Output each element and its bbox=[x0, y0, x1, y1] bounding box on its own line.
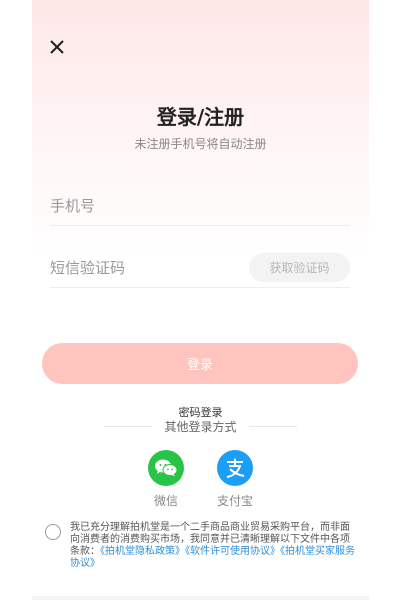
phone-input[interactable] bbox=[50, 186, 350, 225]
other-methods-label: 其他登录方式 bbox=[164, 420, 237, 434]
close-icon bbox=[50, 40, 64, 54]
divider-line-left bbox=[104, 426, 153, 427]
agreement-text-container: 我已充分理解拍机堂是一个二手商品商业贸易采购平台，而非面向消费者的消费购买市场，… bbox=[70, 522, 357, 570]
login-screen: 登录/注册 未注册手机号将自动注册 获取验证码 登录 密码登录 其他登录方式 bbox=[32, 0, 369, 600]
alipay-icon bbox=[217, 450, 253, 486]
page-subtitle: 未注册手机号将自动注册 bbox=[134, 137, 267, 151]
get-code-button[interactable]: 获取验证码 bbox=[249, 253, 350, 282]
phone-field-container bbox=[50, 186, 350, 226]
software-license-link[interactable]: 《软件许可使用协议》 bbox=[185, 546, 280, 557]
alipay-login-button[interactable]: 支付宝 bbox=[205, 450, 265, 509]
wechat-label: 微信 bbox=[153, 494, 178, 508]
wechat-login-button[interactable]: 微信 bbox=[136, 450, 196, 509]
code-field-container: 获取验证码 bbox=[50, 248, 350, 288]
other-methods-divider: 其他登录方式 bbox=[32, 418, 369, 435]
close-button[interactable] bbox=[46, 36, 68, 58]
alipay-label: 支付宝 bbox=[216, 494, 253, 508]
privacy-policy-link[interactable]: 《拍机堂隐私政策》 bbox=[100, 546, 185, 557]
divider-line-right bbox=[248, 426, 297, 427]
page-title: 登录/注册 bbox=[156, 105, 245, 129]
agreement-checkbox[interactable] bbox=[45, 524, 61, 540]
login-button[interactable]: 登录 bbox=[42, 343, 358, 384]
wechat-icon bbox=[148, 450, 184, 486]
agreement-block: 我已充分理解拍机堂是一个二手商品商业贸易采购平台，而非面向消费者的消费购买市场，… bbox=[45, 522, 357, 570]
bottom-edge bbox=[32, 596, 369, 600]
